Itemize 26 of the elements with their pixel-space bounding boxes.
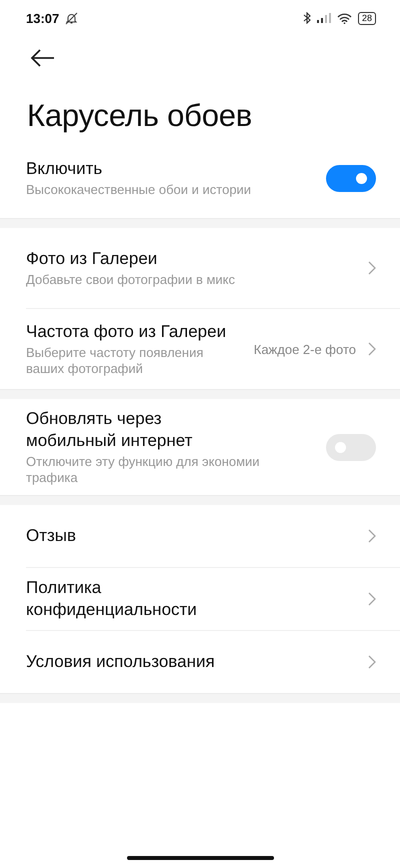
setting-title: Обновлять через мобильный интернет [26, 408, 194, 452]
chevron-right-icon [368, 342, 376, 356]
wifi-icon [336, 12, 352, 24]
setting-title[interactable]: Частота фото из Галереи [26, 321, 226, 343]
setting-title[interactable]: Политика конфиденциальности [26, 577, 266, 621]
setting-description: Добавьте свои фотографии в микс [26, 272, 235, 288]
chevron-right-icon [368, 655, 376, 669]
toggle-switch[interactable] [326, 164, 376, 192]
setting-value: Каждое 2-е фото [252, 342, 356, 356]
setting-description: Высококачественные обои и истории [26, 182, 252, 198]
chevron-right-icon [368, 261, 376, 275]
chevron-right-icon [368, 592, 376, 606]
setting-title[interactable]: Условия использования [26, 651, 215, 673]
page-title: Карусель обоев [27, 98, 254, 134]
chevron-right-icon [368, 529, 376, 543]
status-time: 13:07 [26, 10, 60, 26]
bell-off-icon [65, 12, 78, 24]
back-button[interactable] [30, 48, 56, 68]
setting-title[interactable]: Фото из Галереи [26, 248, 235, 270]
setting-description: Выберите частоту появления ваших фотографий [26, 345, 204, 377]
battery-level: 28 [358, 12, 376, 24]
signal-icon [316, 13, 331, 23]
bluetooth-icon [302, 12, 311, 24]
setting-title[interactable]: Отзыв [26, 525, 76, 547]
setting-description: Отключите эту функцию для экономии трафика [26, 454, 261, 486]
setting-title: Включить [26, 158, 104, 180]
